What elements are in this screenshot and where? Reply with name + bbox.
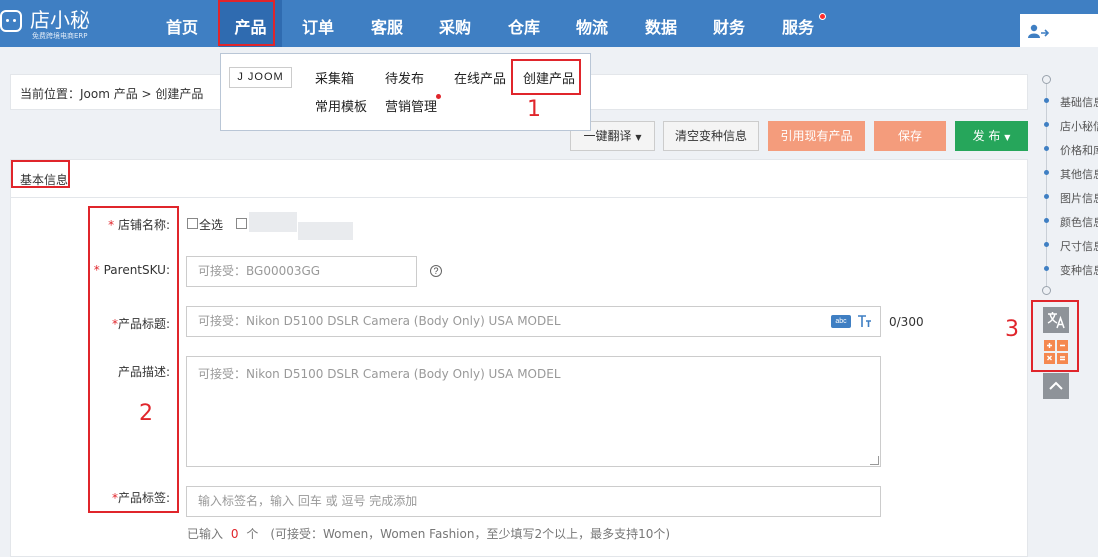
nav-item-services[interactable]: 服务	[776, 0, 820, 47]
nav-item-customer-service[interactable]: 客服	[365, 0, 409, 47]
caret-down-icon: ▼	[635, 133, 642, 142]
translate-button-label: 一键翻译	[583, 129, 632, 143]
back-to-top-icon[interactable]	[1043, 373, 1069, 399]
outline-dot	[1044, 170, 1049, 175]
select-all-checkbox[interactable]	[187, 218, 198, 229]
resize-handle-icon[interactable]	[870, 456, 879, 465]
outline-start-ring	[1042, 75, 1051, 84]
platform-joom-button[interactable]: J JOOM	[229, 67, 292, 88]
menu-item-pending-publish[interactable]: 待发布	[385, 68, 424, 87]
spellcheck-abc-icon[interactable]: abc	[831, 315, 851, 328]
outline-item-basic-info[interactable]: 基础信息	[1060, 94, 1098, 110]
clear-variants-button[interactable]: 清空变种信息	[663, 121, 759, 151]
save-button[interactable]: 保存	[874, 121, 946, 151]
nav-item-logistics[interactable]: 物流	[570, 0, 614, 47]
annotation-box-section-title	[11, 160, 70, 188]
caret-down-icon: ▼	[1004, 133, 1011, 142]
annotation-number-2: 2	[139, 401, 153, 426]
product-tags-input[interactable]: 输入标签名，输入 回车 或 逗号 完成添加	[186, 486, 881, 517]
nav-item-orders[interactable]: 订单	[296, 0, 340, 47]
select-all-label: 全选	[199, 218, 224, 232]
tags-hint-suffix: 个 (可接受：Women，Women Fashion，至少填写2个以上，最多支持…	[246, 527, 671, 541]
nav-item-warehouse[interactable]: 仓库	[502, 0, 546, 47]
marketing-new-dot	[436, 94, 441, 99]
logo-name: 店小秘	[30, 8, 90, 32]
chevron-up-glyph	[1049, 381, 1063, 390]
tags-count: 0	[230, 527, 239, 541]
menu-item-marketing[interactable]: 营销管理	[385, 96, 437, 115]
user-menu[interactable]	[1020, 14, 1098, 47]
robot-logo-icon	[0, 10, 22, 32]
panel-header: 基本信息	[11, 160, 1027, 198]
publish-button[interactable]: 发 布 ▼	[955, 121, 1028, 151]
annotation-number-1: 1	[527, 97, 541, 122]
outline-dot	[1044, 218, 1049, 223]
redacted-store-name	[249, 212, 297, 232]
redacted-store-name-2	[298, 222, 353, 240]
outline-item-color-info[interactable]: 颜色信息	[1060, 214, 1098, 230]
annotation-box-form-labels	[88, 206, 179, 513]
notification-dot	[819, 13, 826, 20]
menu-item-online-products[interactable]: 在线产品	[454, 68, 506, 87]
logo[interactable]: 店小秘 免费跨境电商ERP	[0, 4, 120, 44]
annotation-number-3: 3	[1005, 317, 1019, 342]
title-char-counter: 0/300	[889, 315, 924, 329]
outline-line	[1046, 80, 1047, 290]
annotation-box-side-tools	[1031, 300, 1079, 372]
nav-item-purchasing[interactable]: 采购	[433, 0, 477, 47]
product-title-input[interactable]: 可接受：Nikon D5100 DSLR Camera (Body Only) …	[186, 306, 881, 337]
outline-end-ring	[1042, 286, 1051, 295]
tags-hint-prefix: 已输入	[187, 527, 224, 541]
outline-item-price-stock[interactable]: 价格和库存	[1060, 142, 1098, 158]
tags-hint: 已输入 0 个 (可接受：Women，Women Fashion，至少填写2个以…	[187, 525, 670, 542]
nav-item-finance[interactable]: 财务	[707, 0, 751, 47]
outline-item-dxm-info[interactable]: 店小秘信息	[1060, 118, 1098, 134]
outline-item-other-info[interactable]: 其他信息	[1060, 166, 1098, 182]
outline-item-variant-info[interactable]: 变种信息	[1060, 262, 1098, 278]
nav-item-home[interactable]: 首页	[160, 0, 204, 47]
outline-dot	[1044, 194, 1049, 199]
outline-item-size-info[interactable]: 尺寸信息	[1060, 238, 1098, 254]
outline-dot	[1044, 242, 1049, 247]
help-icon[interactable]: ?	[430, 265, 442, 277]
outline-dot	[1044, 98, 1049, 103]
publish-button-label: 发 布	[972, 129, 1001, 143]
outline-item-image-info[interactable]: 图片信息	[1060, 190, 1098, 206]
outline-dot	[1044, 146, 1049, 151]
annotation-box-products-nav	[218, 0, 275, 46]
menu-item-collection-box[interactable]: 采集箱	[315, 68, 354, 87]
product-description-textarea[interactable]: 可接受：Nikon D5100 DSLR Camera (Body Only) …	[186, 356, 881, 467]
top-nav: 店小秘 免费跨境电商ERP 首页 产品 订单 客服 采购 仓库 物流 数据 财务…	[0, 0, 1098, 47]
user-icon	[1028, 24, 1050, 38]
menu-item-common-templates[interactable]: 常用模板	[315, 96, 367, 115]
store-checkbox[interactable]	[236, 218, 247, 229]
logo-subtitle: 免费跨境电商ERP	[32, 32, 88, 40]
use-existing-product-button[interactable]: 引用现有产品	[768, 121, 865, 151]
outline-dot	[1044, 266, 1049, 271]
breadcrumb: 当前位置：Joom 产品 > 创建产品	[20, 87, 204, 101]
annotation-box-create-product	[511, 59, 581, 95]
outline-dot	[1044, 122, 1049, 127]
nav-item-data[interactable]: 数据	[639, 0, 683, 47]
parent-sku-input[interactable]: 可接受：BG00003GG	[186, 256, 417, 287]
text-format-icon[interactable]	[857, 314, 872, 329]
